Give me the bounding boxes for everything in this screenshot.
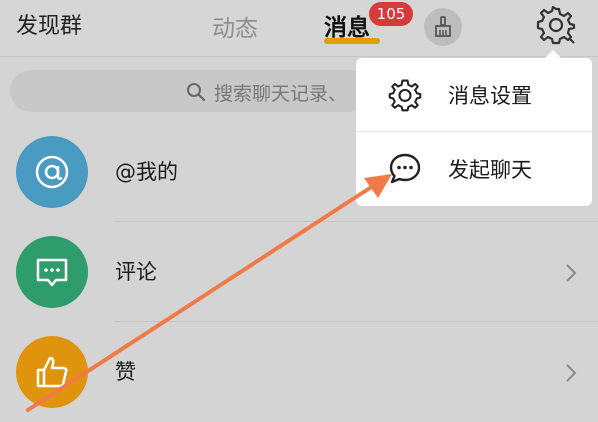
- annotation-arrow: [26, 174, 392, 412]
